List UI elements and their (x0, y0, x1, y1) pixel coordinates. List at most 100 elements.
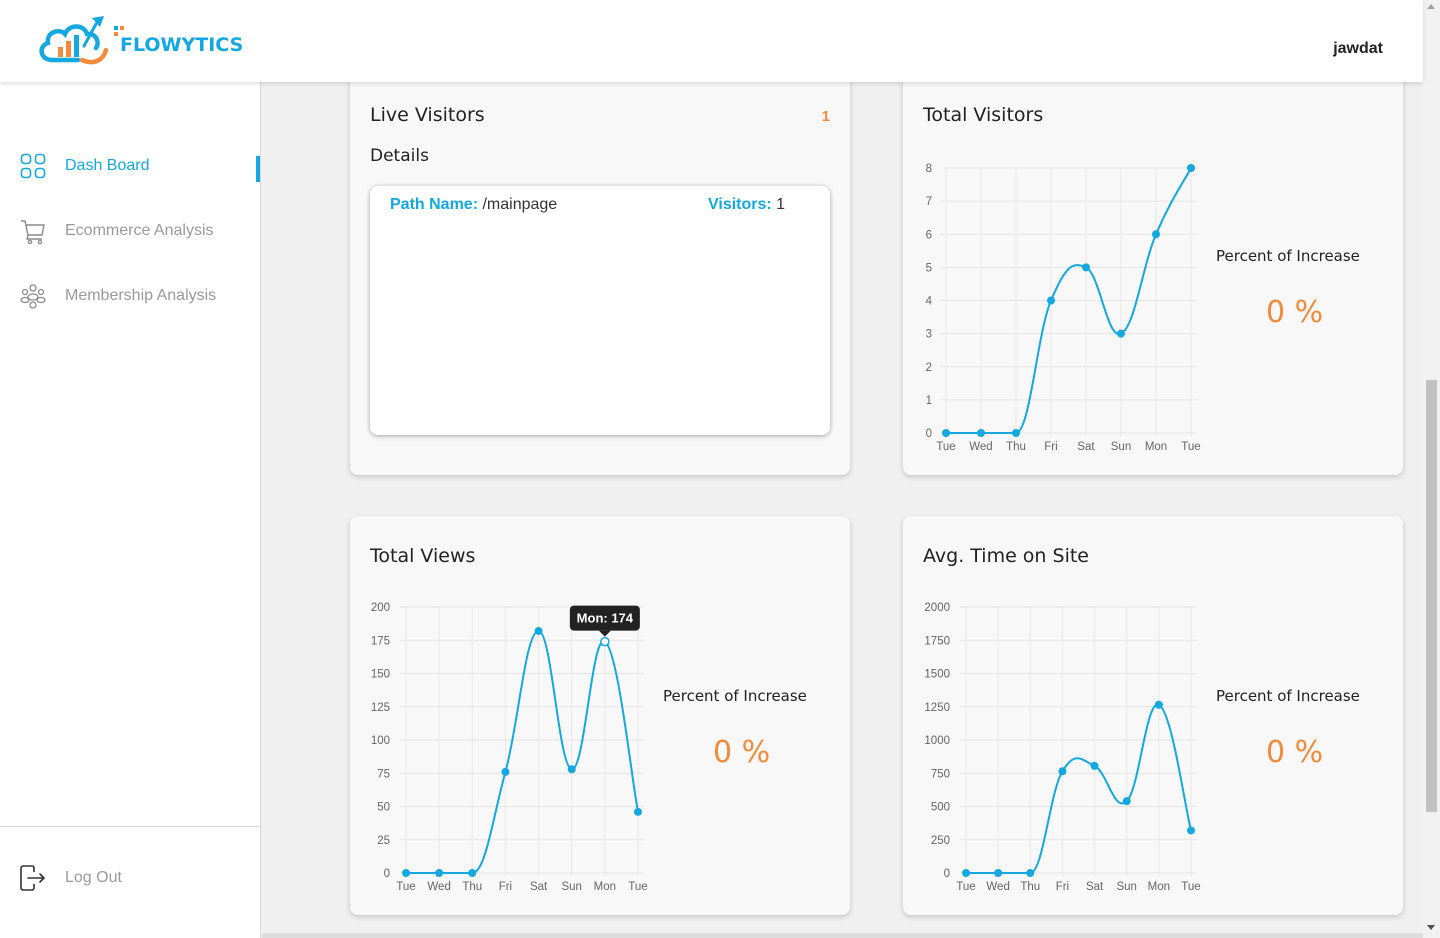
series-line (406, 629, 639, 874)
data-point[interactable] (1012, 429, 1020, 437)
data-point[interactable] (1047, 296, 1055, 305)
cart-icon (19, 217, 47, 245)
data-point[interactable] (942, 429, 950, 437)
users-icon (19, 282, 47, 310)
tooltip-label: Mon: 174 (577, 611, 634, 626)
percent-value: 0 % (713, 735, 771, 770)
y-tick-label: 1500 (924, 669, 950, 681)
active-indicator (256, 156, 260, 182)
data-point[interactable] (977, 429, 985, 437)
y-tick-label: 2 (926, 362, 932, 374)
data-point[interactable] (567, 765, 576, 774)
y-tick-label: 200 (371, 602, 390, 614)
y-tick-label: 8 (926, 163, 932, 175)
avg-time-card: Avg. Time on Site 0 250 500 750 1000 1250 1500… (903, 516, 1403, 915)
data-point[interactable] (1187, 826, 1195, 835)
scroll-up-icon[interactable] (1427, 4, 1435, 9)
x-tick-label: Tue (628, 881, 647, 893)
x-tick-label: Tue (1181, 441, 1200, 453)
total-views-chart[interactable]: 0 25 50 75 100 125 150 175 200 Tue Wed Thu Fri Sat Sun… (350, 516, 850, 915)
x-tick-label: Tue (936, 441, 955, 453)
data-point[interactable] (1117, 329, 1125, 338)
series-line (966, 703, 1192, 874)
data-point[interactable] (1122, 797, 1131, 806)
data-point[interactable] (534, 626, 543, 635)
percent-title: Percent of Increase (1216, 247, 1360, 265)
tooltip-arrow (598, 630, 611, 637)
y-tick-label: 1000 (924, 735, 950, 747)
data-point[interactable] (435, 869, 444, 877)
y-tick-label: 7 (926, 196, 932, 208)
x-tick-label: Wed (427, 881, 450, 893)
x-tick-label: Fri (1056, 881, 1069, 893)
x-tick-label: Thu (462, 881, 482, 893)
visitors-label: Visitors: (708, 196, 772, 213)
y-tick-label: 1750 (924, 635, 950, 647)
y-tick-label: 100 (371, 735, 390, 747)
next-row-peek (262, 933, 1423, 938)
visitors-value: 1 (771, 196, 786, 213)
live-count: 1 (821, 108, 830, 125)
y-tick-label: 1250 (924, 702, 950, 714)
x-tick-label: Sat (1086, 881, 1104, 893)
data-point[interactable] (1082, 263, 1090, 272)
y-tick-label: 175 (371, 635, 390, 647)
y-tick-label: 6 (926, 229, 932, 241)
x-tick-label: Fri (1044, 441, 1057, 453)
data-point[interactable] (1187, 164, 1195, 172)
x-tick-label: Mon (1145, 441, 1167, 453)
logout-label: Log Out (65, 869, 122, 886)
data-point[interactable] (962, 869, 970, 877)
scroll-down-icon[interactable] (1427, 925, 1435, 930)
y-tick-label: 0 (944, 868, 950, 880)
logout-button[interactable]: Log Out (0, 858, 260, 898)
data-point[interactable] (1058, 767, 1067, 776)
sidebar-item-membership[interactable]: Membership Analysis (0, 276, 260, 316)
y-tick-label: 3 (926, 329, 932, 341)
percent-title: Percent of Increase (663, 687, 807, 705)
grid-icon (19, 152, 47, 180)
data-point[interactable] (501, 767, 510, 776)
details-list: Path Name: /mainpage Visitors: 1 (370, 186, 830, 435)
data-point[interactable] (634, 807, 642, 816)
data-point[interactable] (1152, 230, 1160, 239)
percent-value: 0 % (1266, 735, 1324, 770)
sidebar-item-ecommerce[interactable]: Ecommerce Analysis (0, 211, 260, 251)
total-views-card: Total Views 0 25 50 75 100 125 150 175 200 Tue Wed… (350, 516, 850, 915)
y-tick-label: 50 (377, 802, 390, 814)
path-label: Path Name: (390, 196, 479, 213)
total-visitors-chart[interactable]: 0 1 2 3 4 5 6 7 8 Tue Wed Thu Fri Sat Sun Mon Tue (903, 74, 1403, 475)
y-tick-label: 2000 (924, 602, 950, 614)
list-item: Visitors: 1 (708, 196, 785, 214)
x-tick-label: Sun (1111, 441, 1131, 453)
data-point[interactable] (600, 636, 610, 647)
user-name[interactable]: jawdat (1333, 40, 1383, 58)
sidebar-item-dashboard[interactable]: Dash Board (0, 146, 260, 186)
sidebar-item-label: Ecommerce Analysis (65, 222, 214, 239)
x-tick-label: Tue (1181, 881, 1200, 893)
data-point[interactable] (468, 869, 477, 877)
x-tick-label: Sun (561, 881, 581, 893)
data-point[interactable] (1026, 869, 1035, 877)
list-item: Path Name: /mainpage (390, 196, 557, 214)
y-tick-label: 1 (926, 395, 932, 407)
x-tick-label: Fri (499, 881, 512, 893)
scroll-thumb[interactable] (1426, 380, 1437, 812)
avg-time-chart[interactable]: 0 250 500 750 1000 1250 1500 1750 2000 Tue Wed Thu F… (903, 516, 1403, 915)
data-point[interactable] (1090, 761, 1099, 770)
data-point[interactable] (994, 869, 1003, 877)
x-tick-label: Sat (530, 881, 548, 893)
y-tick-label: 75 (377, 768, 390, 780)
data-point[interactable] (402, 869, 410, 877)
y-tick-label: 125 (371, 702, 390, 714)
scrollbar[interactable] (1423, 0, 1440, 938)
x-tick-label: Wed (986, 881, 1009, 893)
percent-value: 0 % (1266, 295, 1324, 330)
data-point[interactable] (1154, 700, 1163, 709)
brand-name: FLOWYTICS (120, 34, 244, 56)
x-tick-label: Wed (969, 441, 992, 453)
y-tick-label: 150 (371, 669, 390, 681)
live-visitors-card: Live Visitors 1 Details Path Name: /main… (350, 74, 850, 475)
x-tick-label: Mon (1148, 881, 1170, 893)
y-tick-label: 750 (931, 768, 950, 780)
